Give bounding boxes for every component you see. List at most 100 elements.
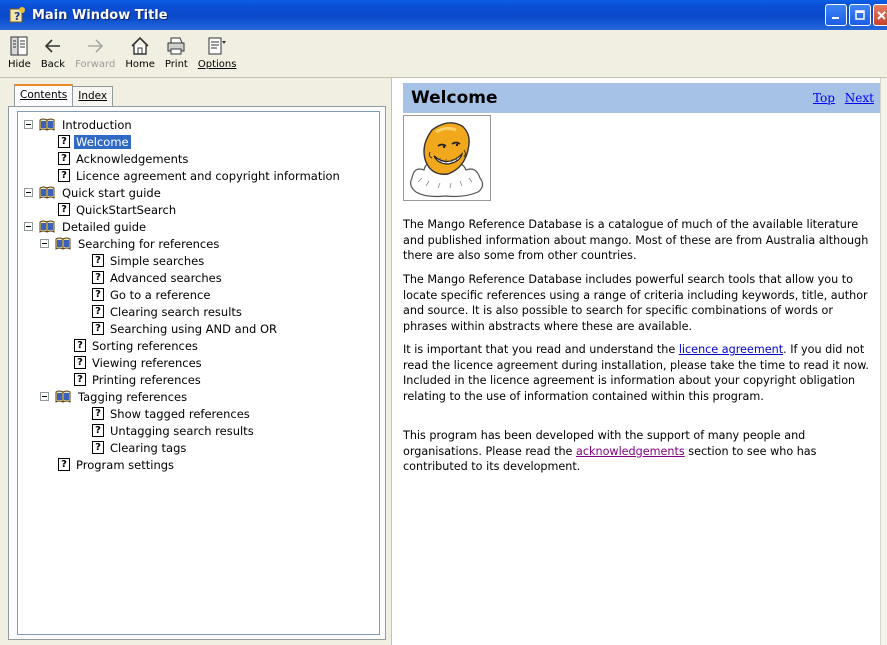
tree-item-show-tagged[interactable]: ? Show tagged references	[92, 405, 252, 422]
topic-header: Welcome Top Next	[403, 83, 880, 113]
collapse-icon[interactable]	[24, 188, 33, 197]
tree-item-program-settings[interactable]: ? Program settings	[58, 456, 176, 473]
tree-node-introduction[interactable]: Introduction	[24, 116, 134, 133]
printer-icon	[165, 34, 187, 58]
hide-button[interactable]: Hide	[8, 30, 31, 70]
print-button[interactable]: Print	[165, 30, 188, 70]
contents-tree[interactable]: Introduction ? Welcome ? Acknowledgement…	[17, 111, 380, 635]
open-book-icon	[39, 118, 55, 131]
tree-item-untagging[interactable]: ? Untagging search results	[92, 422, 256, 439]
tree-label: Sorting references	[92, 338, 198, 353]
help-topic-icon: ?	[74, 339, 86, 352]
tree-node-quick-start[interactable]: Quick start guide	[24, 184, 163, 201]
vertical-scrollbar[interactable]	[880, 78, 887, 645]
tree-label: Searching for references	[78, 236, 220, 251]
mango-mascot-image	[403, 115, 491, 201]
tree-label: Program settings	[76, 457, 175, 472]
tree-item-licence[interactable]: ? Licence agreement and copyright inform…	[58, 167, 342, 184]
tree-label: Show tagged references	[110, 406, 250, 421]
collapse-icon[interactable]	[40, 239, 49, 248]
forward-label: Forward	[75, 59, 116, 70]
tree-item-go-to-reference[interactable]: ? Go to a reference	[92, 286, 212, 303]
tree-label: Simple searches	[110, 253, 205, 268]
tree-item-sorting[interactable]: ? Sorting references	[74, 337, 200, 354]
tree-item-clearing-search[interactable]: ? Clearing search results	[92, 303, 244, 320]
close-button[interactable]	[873, 4, 887, 26]
home-button[interactable]: Home	[125, 30, 155, 70]
tree-label: Searching using AND and OR	[110, 321, 277, 336]
tree-label: Viewing references	[92, 355, 202, 370]
tree-label: Untagging search results	[110, 423, 254, 438]
minimize-icon	[832, 17, 839, 19]
tree-item-clearing-tags[interactable]: ? Clearing tags	[92, 439, 188, 456]
tree-label: Introduction	[62, 117, 132, 132]
topic-content-pane: Welcome Top Next The Mango Reference Dat…	[398, 78, 880, 645]
tree-item-advanced-searches[interactable]: ? Advanced searches	[92, 269, 224, 286]
tree-node-detailed-guide[interactable]: Detailed guide	[24, 218, 148, 235]
tree-label: Go to a reference	[110, 287, 211, 302]
minimize-button[interactable]	[825, 4, 847, 26]
tree-item-printing[interactable]: ? Printing references	[74, 371, 203, 388]
open-book-icon	[55, 390, 71, 403]
help-topic-icon: ?	[92, 322, 104, 335]
home-icon	[129, 34, 151, 58]
svg-text:?: ?	[14, 10, 20, 23]
collapse-icon[interactable]	[24, 120, 33, 129]
back-button[interactable]: Back	[41, 30, 65, 70]
tree-node-searching[interactable]: Searching for references	[40, 235, 221, 252]
help-topic-icon: ?	[74, 356, 86, 369]
tab-index[interactable]: Index	[72, 86, 114, 106]
tree-item-acknowledgements[interactable]: ? Acknowledgements	[58, 150, 190, 167]
tree-label: Acknowledgements	[76, 151, 189, 166]
nav-tabs: Contents Index	[14, 84, 114, 106]
help-app-icon: ?	[8, 6, 26, 24]
help-topic-icon: ?	[58, 169, 70, 182]
tree-node-tagging[interactable]: Tagging references	[40, 388, 189, 405]
options-label: Options	[197, 59, 237, 70]
help-topic-icon: ?	[58, 152, 70, 165]
forward-button[interactable]: Forward	[75, 30, 115, 70]
back-arrow-icon	[42, 34, 64, 58]
tree-label: Clearing tags	[110, 440, 187, 455]
hide-label: Hide	[8, 59, 31, 70]
open-book-icon	[55, 237, 71, 250]
tree-label: Detailed guide	[62, 219, 147, 234]
tab-contents[interactable]: Contents	[14, 84, 74, 106]
help-topic-icon: ?	[58, 458, 70, 471]
tree-item-simple-searches[interactable]: ? Simple searches	[92, 252, 206, 269]
help-topic-icon: ?	[74, 373, 86, 386]
tree-label: Welcome	[74, 134, 131, 149]
tree-label: Advanced searches	[110, 270, 222, 285]
help-topic-icon: ?	[92, 288, 104, 301]
next-link[interactable]: Next	[845, 91, 874, 105]
collapse-icon[interactable]	[24, 222, 33, 231]
open-book-icon	[39, 186, 55, 199]
back-label: Back	[40, 59, 66, 70]
tree-item-searching-and-or[interactable]: ? Searching using AND and OR	[92, 320, 279, 337]
tree-item-welcome[interactable]: ? Welcome	[58, 133, 131, 150]
help-topic-icon: ?	[58, 203, 70, 216]
collapse-icon[interactable]	[40, 392, 49, 401]
open-book-icon	[39, 220, 55, 233]
maximize-icon	[855, 10, 865, 20]
help-topic-icon: ?	[92, 407, 104, 420]
help-topic-icon: ?	[58, 135, 70, 148]
tree-label: Licence agreement and copyright informat…	[76, 168, 340, 183]
licence-agreement-link[interactable]: licence agreement	[679, 343, 783, 356]
tree-item-viewing[interactable]: ? Viewing references	[74, 354, 204, 371]
help-topic-icon: ?	[92, 254, 104, 267]
help-topic-icon: ?	[92, 424, 104, 437]
navigation-pane: Contents Index Introduction ? Welcome ? …	[0, 78, 392, 645]
options-icon	[206, 34, 228, 58]
tree-label: Printing references	[92, 372, 201, 387]
maximize-button[interactable]	[849, 4, 871, 26]
tree-label: Quick start guide	[62, 185, 161, 200]
window-controls	[825, 4, 887, 26]
acknowledgements-link[interactable]: acknowledgements	[576, 445, 685, 458]
toolbar: Hide Back Forward Home Print Options	[0, 30, 887, 78]
tree-item-quickstartsearch[interactable]: ? QuickStartSearch	[58, 201, 178, 218]
top-link[interactable]: Top	[813, 91, 835, 105]
topic-title: Welcome	[411, 88, 498, 108]
tree-label: QuickStartSearch	[76, 202, 177, 217]
options-button[interactable]: Options	[197, 30, 237, 70]
